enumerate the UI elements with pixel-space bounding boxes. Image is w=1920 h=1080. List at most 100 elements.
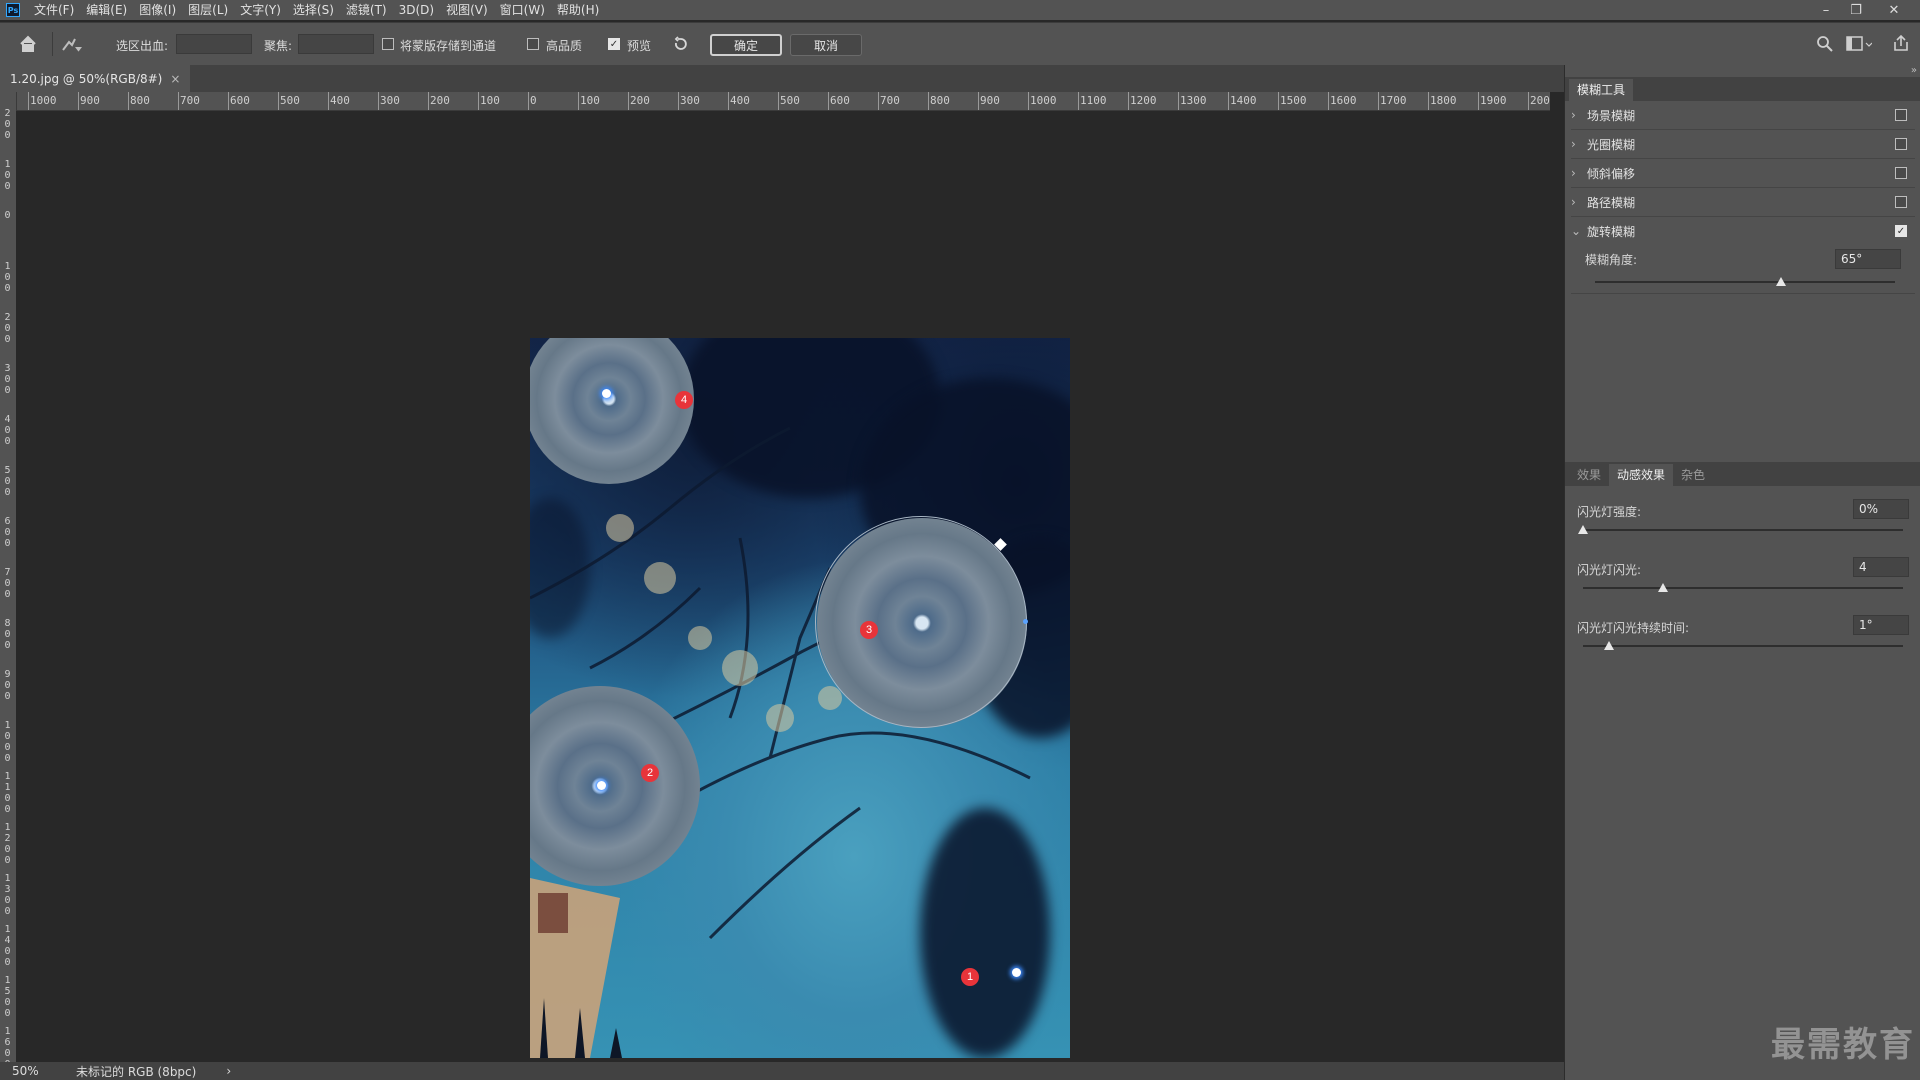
selection-output-field[interactable] bbox=[176, 34, 252, 54]
panel-collapse-icon[interactable]: » bbox=[1911, 65, 1917, 76]
save-mask-checkbox[interactable] bbox=[382, 38, 394, 50]
strobe-duration-label: 闪光灯闪光持续时间: bbox=[1577, 621, 1690, 635]
minimize-button[interactable]: – bbox=[1812, 0, 1840, 20]
menu-window[interactable]: 窗口(W) bbox=[494, 0, 551, 20]
radius-handle-icon[interactable] bbox=[1023, 619, 1028, 624]
tab-effects[interactable]: 效果 bbox=[1569, 464, 1609, 486]
menu-view[interactable]: 视图(V) bbox=[440, 0, 494, 20]
strobe-duration-slider-thumb[interactable] bbox=[1603, 641, 1614, 650]
restore-button[interactable]: ❐ bbox=[1842, 0, 1870, 20]
strobe-flashes-track[interactable] bbox=[1583, 587, 1903, 589]
share-icon[interactable] bbox=[1892, 34, 1910, 52]
tab-blur-tools[interactable]: 模糊工具 bbox=[1569, 79, 1634, 101]
strobe-strength-slider-thumb[interactable] bbox=[1578, 525, 1588, 534]
ruler-tick-label: 5 0 0 bbox=[4, 465, 11, 498]
ruler-tick-label: 900 bbox=[978, 92, 1000, 110]
high-quality-checkbox[interactable] bbox=[527, 38, 539, 50]
strobe-flashes-slider-thumb[interactable] bbox=[1658, 583, 1668, 592]
ruler-tick-label: 700 bbox=[878, 92, 900, 110]
ruler-tick-label: 9 0 0 bbox=[4, 669, 11, 702]
home-icon[interactable] bbox=[18, 34, 38, 54]
document-tab[interactable]: 1.20.jpg @ 50%(RGB/8#) × bbox=[0, 65, 191, 92]
effects-header: 效果 动感效果 杂色 bbox=[1565, 462, 1920, 486]
ruler-tick-label: 1 0 0 bbox=[4, 261, 11, 294]
motion-effects-panel: 闪光灯强度: 0% 闪光灯闪光: 4 闪光灯闪光持续时间: 1° bbox=[1565, 491, 1920, 681]
ruler-tick-label: 1400 bbox=[1228, 92, 1257, 110]
blur-item-label: 场景模糊 bbox=[1587, 108, 1636, 123]
tab-motion-effects[interactable]: 动感效果 bbox=[1609, 464, 1674, 486]
chevron-right-icon: › bbox=[1571, 166, 1576, 180]
menu-edit[interactable]: 编辑(E) bbox=[80, 0, 133, 20]
photoshop-logo-icon: Ps bbox=[6, 3, 20, 17]
document-tab-title: 1.20.jpg @ 50%(RGB/8#) bbox=[10, 71, 163, 86]
selected-blur-ring[interactable] bbox=[815, 516, 1027, 728]
spin-blur-checkbox[interactable]: ✓ bbox=[1895, 225, 1907, 237]
blur-angle-input[interactable]: 65° bbox=[1835, 249, 1901, 269]
chevron-right-icon: › bbox=[1571, 195, 1576, 209]
blur-item-spin[interactable]: ⌄ 旋转模糊 ✓ bbox=[1571, 217, 1915, 245]
ruler-tick-label: 1700 bbox=[1378, 92, 1407, 110]
status-more-icon[interactable]: › bbox=[226, 1064, 231, 1078]
reset-icon[interactable] bbox=[672, 35, 690, 53]
ruler-tick-label: 1 2 0 0 bbox=[4, 822, 11, 866]
pin-center-1-icon[interactable] bbox=[1012, 968, 1021, 977]
menu-layer[interactable]: 图层(L) bbox=[182, 0, 234, 20]
blur-item-field[interactable]: › 场景模糊 bbox=[1571, 101, 1915, 130]
menu-file[interactable]: 文件(F) bbox=[28, 0, 80, 20]
strobe-strength-label: 闪光灯强度: bbox=[1577, 505, 1642, 519]
blur-item-iris[interactable]: › 光圈模糊 bbox=[1571, 130, 1915, 159]
ruler-tick-label: 1000 bbox=[28, 92, 57, 110]
iris-blur-checkbox[interactable] bbox=[1895, 138, 1907, 150]
path-blur-checkbox[interactable] bbox=[1895, 196, 1907, 208]
preview-checkbox[interactable]: ✓ bbox=[608, 38, 620, 50]
strobe-strength-input[interactable]: 0% bbox=[1853, 499, 1909, 519]
document-image[interactable]: 4 2 3 1 bbox=[530, 338, 1070, 1058]
blur-item-path[interactable]: › 路径模糊 bbox=[1571, 188, 1915, 217]
blur-angle-track[interactable] bbox=[1595, 281, 1895, 283]
search-icon[interactable] bbox=[1816, 35, 1834, 53]
field-blur-checkbox[interactable] bbox=[1895, 109, 1907, 121]
ruler-tick-label: 1 6 0 0 bbox=[4, 1026, 11, 1062]
menu-help[interactable]: 帮助(H) bbox=[551, 0, 605, 20]
ruler-tick-label: 1500 bbox=[1278, 92, 1307, 110]
blur-angle-slider-thumb[interactable] bbox=[1776, 277, 1786, 286]
ruler-tick-label: 300 bbox=[378, 92, 400, 110]
status-bar: 50% 未标记的 RGB (8bpc) › bbox=[0, 1062, 1564, 1080]
pin-center-2-icon[interactable] bbox=[597, 781, 606, 790]
close-tab-icon[interactable]: × bbox=[170, 72, 180, 86]
menu-type[interactable]: 文字(Y) bbox=[234, 0, 287, 20]
ruler-tick-label: 1 1 0 0 bbox=[4, 771, 11, 815]
ruler-tick-label: 1200 bbox=[1128, 92, 1157, 110]
canvas-area[interactable]: 4 2 3 1 bbox=[16, 111, 1550, 1062]
focus-field[interactable] bbox=[298, 34, 374, 54]
pin-badge-3: 3 bbox=[860, 621, 878, 639]
zoom-level[interactable]: 50% bbox=[12, 1064, 62, 1078]
pin-center-4-icon[interactable] bbox=[602, 389, 611, 398]
ruler-tick-label: 400 bbox=[328, 92, 350, 110]
ruler-tick-label: 500 bbox=[778, 92, 800, 110]
strobe-duration-track[interactable] bbox=[1583, 645, 1903, 647]
strobe-duration-input[interactable]: 1° bbox=[1853, 615, 1909, 635]
strobe-strength-track[interactable] bbox=[1583, 529, 1903, 531]
menu-filter[interactable]: 滤镜(T) bbox=[340, 0, 393, 20]
menu-3d[interactable]: 3D(D) bbox=[393, 0, 440, 20]
ok-button[interactable]: 确定 bbox=[710, 34, 782, 56]
tab-noise[interactable]: 杂色 bbox=[1673, 464, 1713, 486]
close-window-button[interactable]: ✕ bbox=[1880, 0, 1908, 20]
blur-tool-preset-icon[interactable] bbox=[52, 32, 89, 56]
watermark-text: 最需教育 bbox=[1771, 1025, 1915, 1065]
ruler-tick-label: 100 bbox=[478, 92, 500, 110]
blur-item-label: 旋转模糊 bbox=[1587, 224, 1636, 239]
blur-item-tilt-shift[interactable]: › 倾斜偏移 bbox=[1571, 159, 1915, 188]
ruler-tick-label: 1 5 0 0 bbox=[4, 975, 11, 1019]
menu-select[interactable]: 选择(S) bbox=[287, 0, 340, 20]
menu-image[interactable]: 图像(I) bbox=[133, 0, 182, 20]
cancel-button[interactable]: 取消 bbox=[790, 34, 862, 56]
ruler-tick-label: 0 bbox=[528, 92, 537, 110]
ruler-tick-label: 0 bbox=[4, 210, 11, 221]
workspace-icon[interactable] bbox=[1846, 35, 1873, 53]
options-bar: 选区出血: 聚焦: 将蒙版存储到通道 高品质 ✓ 预览 确定 取消 bbox=[0, 22, 1920, 66]
tilt-shift-checkbox[interactable] bbox=[1895, 167, 1907, 179]
strobe-flashes-input[interactable]: 4 bbox=[1853, 557, 1909, 577]
ruler-tick-label: 300 bbox=[678, 92, 700, 110]
